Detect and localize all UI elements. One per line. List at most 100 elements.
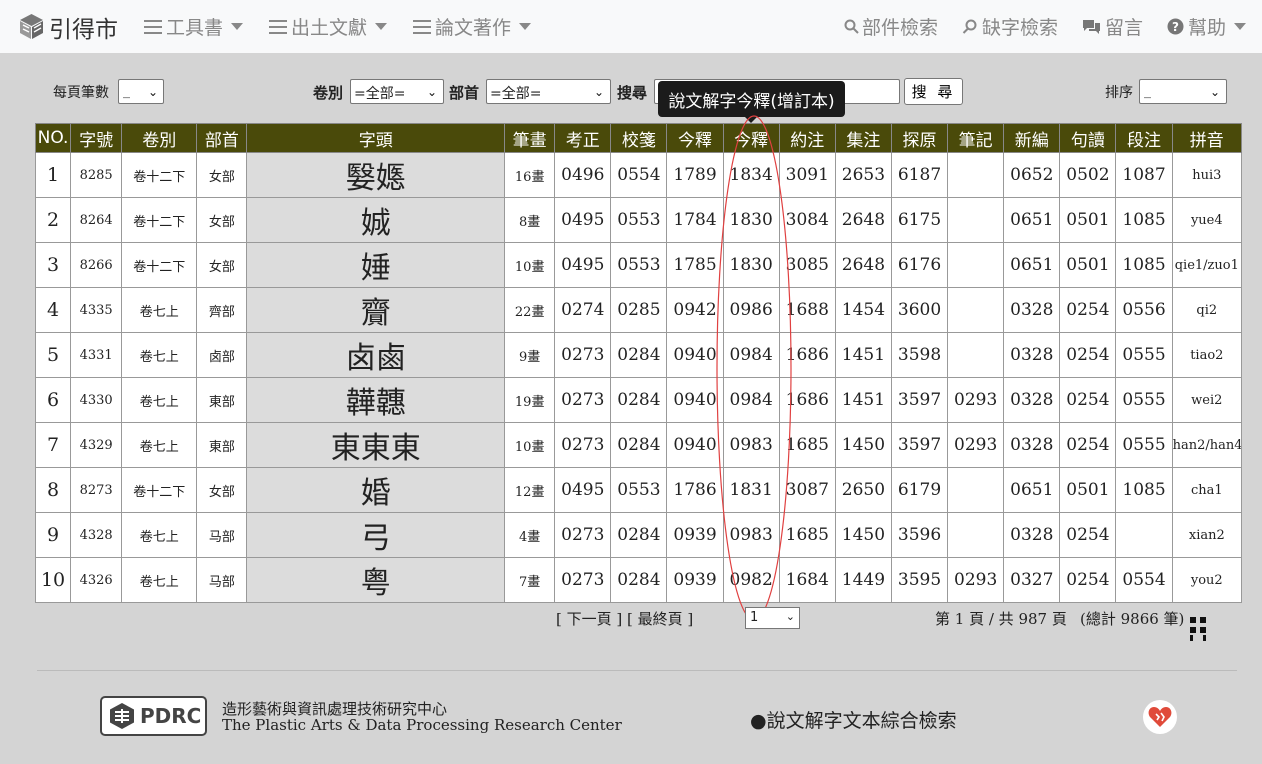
- table-cell: 齊部: [196, 287, 248, 333]
- table-cell: 0651: [1003, 242, 1061, 288]
- column-header[interactable]: 部首: [196, 123, 248, 153]
- page-select[interactable]: 1 ⌄: [745, 607, 800, 629]
- search-button[interactable]: 搜 尋: [904, 78, 963, 105]
- column-header[interactable]: 字號: [70, 123, 123, 153]
- sort-value: _: [1144, 83, 1151, 99]
- search-icon: [844, 19, 859, 34]
- character-cell[interactable]: 娷: [246, 242, 506, 288]
- table-row[interactable]: 2 8264 卷十二下 女部娍 8畫 0495 0553 1784 1830 3084 2648 61…: [34, 197, 1243, 243]
- table-cell: 1450: [834, 422, 892, 468]
- table-cell: 0328: [1003, 512, 1061, 558]
- table-row[interactable]: 7 4329 卷七上 東部 東東東 10畫 0273 0284 0940 0983 1685 1450…: [34, 422, 1243, 468]
- column-header[interactable]: NO.: [34, 123, 72, 153]
- column-header[interactable]: 筆畫: [504, 123, 556, 153]
- table-cell: 0554: [1115, 557, 1173, 603]
- column-header[interactable]: 新編: [1003, 123, 1061, 153]
- table-cell: 0284: [610, 422, 668, 468]
- column-header[interactable]: 考正: [554, 123, 612, 153]
- nav-excavated[interactable]: 出土文獻: [269, 13, 388, 40]
- column-header[interactable]: 校箋: [610, 123, 668, 153]
- table-row[interactable]: 10 4326 卷七上 马部粤 7畫 0273 0284 0939 0982 1684 1449 35…: [34, 557, 1243, 603]
- table-row[interactable]: 4 4335 卷七上 齊部齎 22畫 0274 0285 0942 0986 1688 1454 36…: [34, 287, 1243, 333]
- character-cell[interactable]: 嫛嫕: [246, 152, 506, 198]
- table-cell: 12畫: [504, 467, 556, 513]
- character-cell[interactable]: 粤: [246, 557, 506, 603]
- table-row[interactable]: 1 8285 卷十二下 女部 嫛嫕 16畫 0496 0554 1789 1834 3091 2653…: [34, 152, 1243, 198]
- column-header[interactable]: 今釋: [666, 123, 724, 153]
- nav-messages[interactable]: 留言: [1082, 13, 1143, 40]
- next-page-link[interactable]: [ 下一頁 ]: [556, 608, 622, 629]
- table-cell: 8266: [70, 242, 123, 288]
- column-header[interactable]: 筆記: [947, 123, 1005, 153]
- pdrc-logo[interactable]: PDRC: [100, 696, 207, 736]
- column-header[interactable]: 約注: [778, 123, 836, 153]
- table-cell: 0328: [1003, 287, 1061, 333]
- table-cell: 0273: [554, 332, 612, 378]
- table-cell: qie1/zuo1: [1171, 242, 1243, 288]
- column-header[interactable]: 句讀: [1059, 123, 1117, 153]
- character-cell[interactable]: 卤鹵: [246, 332, 506, 378]
- column-header[interactable]: 段注: [1115, 123, 1173, 153]
- table-cell: 6187: [890, 152, 949, 198]
- accessibility-heart-icon[interactable]: [1143, 700, 1177, 734]
- table-row[interactable]: 5 4331 卷七上 卤部 卤鹵 9畫 0273 0284 0940 0984 1686 1451 35…: [34, 332, 1243, 378]
- table-cell: 0651: [1003, 197, 1061, 243]
- table-cell: 6176: [890, 242, 949, 288]
- table-cell: 0555: [1115, 422, 1173, 468]
- table-row[interactable]: 3 8266 卷十二下 女部娷 10畫 0495 0553 1785 1830 3085 2648 6…: [34, 242, 1243, 288]
- character-cell[interactable]: 東東東: [246, 422, 506, 468]
- nav-missing-char-search-label: 缺字檢索: [981, 17, 1058, 39]
- radical-select[interactable]: =全部=: [486, 79, 611, 104]
- page-select-value: 1: [750, 610, 759, 625]
- table-cell: 2648: [834, 242, 892, 288]
- menu-icon: [144, 19, 162, 34]
- column-header[interactable]: 今釋: [722, 123, 780, 153]
- sort-select[interactable]: _: [1139, 79, 1227, 104]
- nav-tools[interactable]: 工具書: [144, 13, 244, 40]
- table-cell: 0553: [610, 197, 668, 243]
- table-cell: 10: [34, 557, 72, 603]
- table-cell: 卷十二下: [121, 197, 198, 243]
- last-page-link[interactable]: [ 最終頁 ]: [627, 608, 693, 629]
- character-cell[interactable]: 弓: [246, 512, 506, 558]
- brand[interactable]: 引得市: [18, 10, 118, 44]
- character-cell[interactable]: 齎: [246, 287, 506, 333]
- table-row[interactable]: 9 4328 卷七上 马部弓 4畫 0273 0284 0939 0983 1685 1450 359…: [34, 512, 1243, 558]
- nav-help[interactable]: ? 幫助: [1167, 13, 1246, 40]
- table-cell: [947, 197, 1005, 243]
- table-cell: 0939: [666, 512, 724, 558]
- table-cell: 1784: [666, 197, 724, 243]
- volume-label: 卷別: [313, 84, 344, 102]
- nav-missing-char-search[interactable]: 缺字檢索: [962, 13, 1058, 40]
- table-cell: 0328: [1003, 422, 1061, 468]
- table-row[interactable]: 8 8273 卷十二下 女部婚 12畫 0495 0553 1786 1831 3087 2650 6…: [34, 467, 1243, 513]
- table-cell: 9畫: [504, 332, 556, 378]
- column-header[interactable]: 字頭: [246, 123, 506, 153]
- table-cell: 0293: [947, 422, 1005, 468]
- column-header[interactable]: 集注: [834, 123, 892, 153]
- caret-down-icon: [231, 23, 244, 30]
- character-cell[interactable]: 韡韢: [246, 377, 506, 423]
- column-header[interactable]: 卷別: [121, 123, 198, 153]
- character-cell[interactable]: 娍: [246, 197, 506, 243]
- column-header[interactable]: 拼音: [1171, 123, 1243, 153]
- volume-select[interactable]: =全部=: [350, 79, 444, 104]
- brand-title: 引得市: [49, 16, 118, 43]
- caret-down-icon: [519, 23, 532, 30]
- qrcode-icon[interactable]: [1189, 616, 1207, 642]
- table-cell: 卷七上: [121, 287, 198, 333]
- per-page-select[interactable]: _: [118, 79, 164, 104]
- table-cell: 0495: [554, 467, 612, 513]
- shuowen-search-link[interactable]: ●說文解字文本綜合檢索: [750, 706, 957, 733]
- character-cell[interactable]: 婚: [246, 467, 506, 513]
- nav-papers[interactable]: 論文著作: [413, 13, 532, 40]
- table-row[interactable]: 6 4330 卷七上 東部 韡韢 19畫 0273 0284 0940 0984 1686 1451 3…: [34, 377, 1243, 423]
- nav-component-search[interactable]: 部件檢索: [844, 13, 938, 40]
- nav-help-label: 幫助: [1187, 17, 1226, 39]
- table-cell: 3596: [890, 512, 949, 558]
- column-header[interactable]: 探原: [890, 123, 949, 153]
- table-cell: 0496: [554, 152, 612, 198]
- table-cell: 0284: [610, 512, 668, 558]
- table-cell: yue4: [1171, 197, 1243, 243]
- record-total: (總計 9866 筆): [1080, 610, 1185, 628]
